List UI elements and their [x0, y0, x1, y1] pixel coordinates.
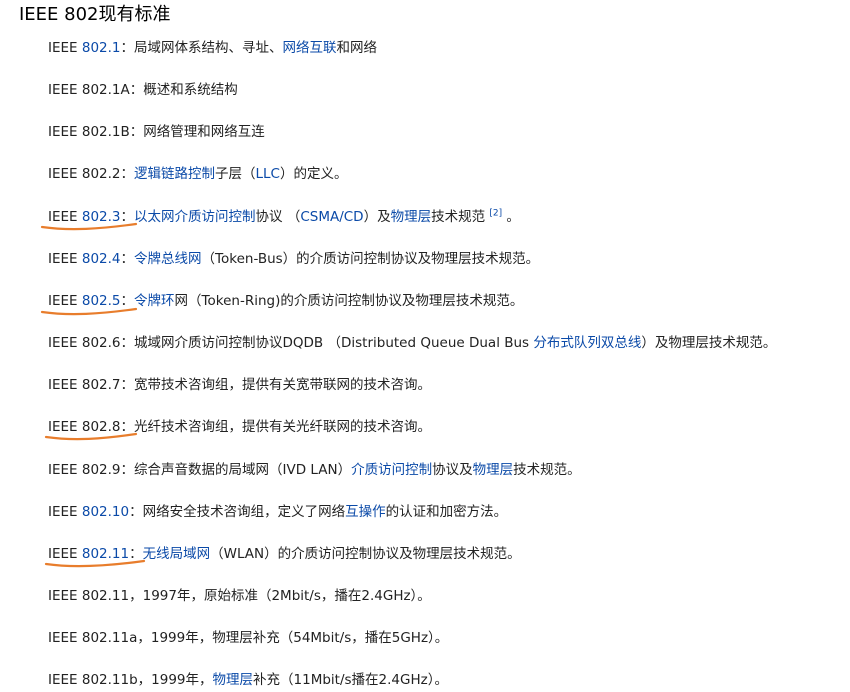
- entry-text: ：网络安全技术咨询组，定义了网络: [129, 504, 346, 520]
- citation-link[interactable]: [2]: [489, 209, 502, 219]
- entry-text: IEEE 802.1A：概述和系统结构: [48, 82, 238, 98]
- page-title: IEEE 802现有标准: [19, 4, 171, 25]
- standard-entry: IEEE 802.4：令牌总线网（Token-Bus）的介质访问控制协议及物理层…: [48, 249, 539, 269]
- underline-mark-802-8: [44, 432, 138, 441]
- standard-entry: IEEE 802.7：宽带技术咨询组，提供有关宽带联网的技术咨询。: [48, 375, 431, 395]
- underline-mark-802-11: [44, 559, 146, 568]
- standard-entry: IEEE 802.11，1997年，原始标准（2Mbit/s，播在2.4GHz）…: [48, 586, 431, 606]
- entry-text: 协议 （: [255, 209, 301, 225]
- standard-entry: IEEE 802.11b，1999年，物理层补充（11Mbit/s播在2.4GH…: [48, 670, 448, 690]
- entry-text: IEEE 802.6：城域网介质访问控制协议DQDB （Distributed …: [48, 335, 534, 351]
- entry-text: ：局域网体系结构、寻址、: [120, 40, 283, 56]
- entry-text: 的认证和加密方法。: [385, 504, 508, 520]
- wiki-link[interactable]: 物理层: [473, 462, 514, 478]
- standard-entry: IEEE 802.2：逻辑链路控制子层（LLC）的定义。: [48, 164, 347, 184]
- standard-entry: IEEE 802.9：综合声音数据的局域网（IVD LAN）介质访问控制协议及物…: [48, 460, 581, 480]
- standard-entry: IEEE 802.1B：网络管理和网络互连: [48, 122, 265, 142]
- entry-text: IEEE 802.11b，1999年，: [48, 672, 213, 688]
- entry-text: 子层（: [215, 166, 256, 182]
- standard-entry: IEEE 802.1：局域网体系结构、寻址、网络互联和网络: [48, 38, 377, 58]
- entry-text: IEEE: [48, 40, 82, 56]
- entry-text: IEEE 802.1B：网络管理和网络互连: [48, 124, 265, 140]
- entry-text: IEEE 802.11，1997年，原始标准（2Mbit/s，播在2.4GHz）…: [48, 588, 431, 604]
- wiki-link[interactable]: 令牌环: [134, 293, 175, 309]
- wiki-link[interactable]: 互操作: [345, 504, 386, 520]
- entry-text: 技术规范。: [513, 462, 581, 478]
- entry-text: IEEE: [48, 251, 82, 267]
- entry-text: IEEE 802.11a，1999年，物理层补充（54Mbit/s，播在5GHz…: [48, 630, 449, 646]
- wiki-link[interactable]: 逻辑链路控制: [134, 166, 215, 182]
- entry-text: ：: [120, 251, 135, 267]
- entry-text: 网（Token-Ring)的介质访问控制协议及物理层技术规范。: [174, 293, 524, 309]
- wiki-link[interactable]: 令牌总线网: [134, 251, 202, 267]
- entry-text: 补充（11Mbit/s播在2.4GHz）。: [253, 672, 448, 688]
- entry-text: ）及: [363, 209, 391, 225]
- wiki-link[interactable]: 介质访问控制: [351, 462, 432, 478]
- entry-text: 技术规范: [431, 209, 490, 225]
- entry-text: 协议及: [432, 462, 473, 478]
- underline-mark-802-5: [40, 307, 138, 316]
- wiki-link[interactable]: CSMA/CD: [300, 209, 363, 225]
- wiki-link[interactable]: 以太网介质访问控制: [134, 209, 256, 225]
- entry-text: IEEE 802.7：宽带技术咨询组，提供有关宽带联网的技术咨询。: [48, 377, 432, 393]
- entry-text: 和网络: [336, 40, 378, 56]
- entry-text: （Token-Bus）的介质访问控制协议及物理层技术规范。: [201, 251, 540, 267]
- wiki-link[interactable]: 802.1: [82, 40, 121, 56]
- wiki-link[interactable]: 分布式队列双总线: [533, 335, 641, 351]
- wiki-link[interactable]: 物理层: [391, 209, 432, 225]
- standard-entry: IEEE 802.6：城域网介质访问控制协议DQDB （Distributed …: [48, 333, 776, 353]
- standard-entry: IEEE 802.1A：概述和系统结构: [48, 80, 238, 100]
- standard-entry: IEEE 802.10：网络安全技术咨询组，定义了网络互操作的认证和加密方法。: [48, 502, 507, 522]
- wiki-link[interactable]: 802.10: [82, 504, 129, 520]
- entry-text: IEEE 802.9：综合声音数据的局域网（IVD LAN）: [48, 462, 352, 478]
- wiki-link[interactable]: LLC: [256, 166, 280, 182]
- wiki-link[interactable]: 无线局域网: [143, 546, 211, 562]
- underline-mark-802-3: [40, 222, 138, 231]
- wiki-link[interactable]: 物理层: [213, 672, 254, 688]
- wiki-link[interactable]: 网络互联: [283, 40, 337, 56]
- entry-text: 。: [502, 209, 520, 225]
- standard-entry: IEEE 802.11a，1999年，物理层补充（54Mbit/s，播在5GHz…: [48, 628, 448, 648]
- entry-text: ）的定义。: [279, 166, 348, 182]
- entry-text: IEEE 802.2：: [48, 166, 135, 182]
- wiki-link[interactable]: 802.4: [82, 251, 121, 267]
- entry-text: IEEE: [48, 504, 82, 520]
- entry-text: ）及物理层技术规范。: [641, 335, 777, 351]
- entry-text: （WLAN）的介质访问控制协议及物理层技术规范。: [210, 546, 521, 562]
